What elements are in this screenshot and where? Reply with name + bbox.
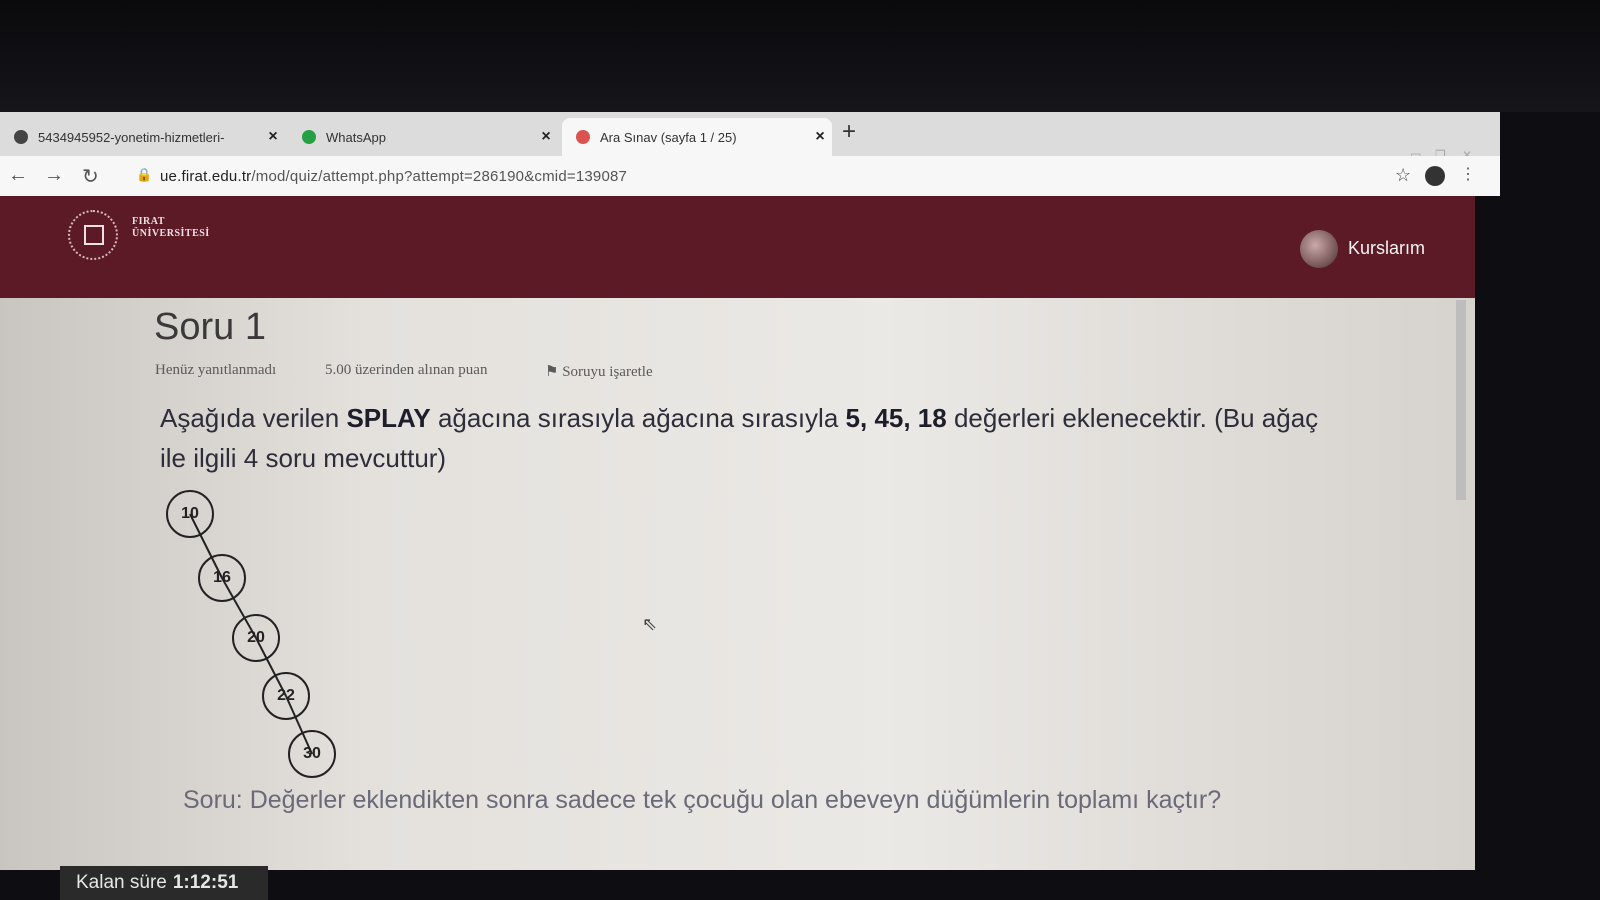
mouse-cursor-icon: ⇖ <box>642 614 658 634</box>
close-tab-icon[interactable]: × <box>534 128 558 146</box>
moodle-icon <box>576 130 590 144</box>
question-points: 5.00 üzerinden alınan puan <box>325 362 488 378</box>
question-title: Soru 1 <box>154 306 266 348</box>
browser-profile-avatar[interactable] <box>1425 166 1445 186</box>
tab-quiz[interactable]: Ara Sınav (sayfa 1 / 25) × <box>562 118 832 156</box>
logo-emblem <box>84 225 104 245</box>
tree-node: 30 <box>288 730 336 778</box>
close-tab-icon[interactable]: × <box>808 128 832 146</box>
browser-menu-icon[interactable]: ⋮ <box>1460 164 1476 184</box>
university-name: FIRAT ÜNİVERSİTESİ <box>132 216 210 239</box>
flag-icon: ⚑ <box>545 364 559 380</box>
university-logo[interactable] <box>68 210 118 260</box>
monitor-bezel <box>0 0 1600 112</box>
url-field[interactable]: ue.firat.edu.tr/mod/quiz/attempt.php?att… <box>160 168 627 185</box>
close-tab-icon[interactable]: × <box>261 128 285 146</box>
whatsapp-icon <box>302 130 316 144</box>
reload-icon[interactable]: ↻ <box>82 164 99 189</box>
courses-link[interactable]: Kurslarım <box>1348 238 1425 259</box>
tree-node: 22 <box>262 672 310 720</box>
tab-whatsapp[interactable]: WhatsApp × <box>288 118 558 156</box>
tree-node: 10 <box>166 490 214 538</box>
sub-question: Soru: Değerler eklendikten sonra sadece … <box>183 786 1222 814</box>
tree-node: 20 <box>232 614 280 662</box>
lock-icon: 🔒 <box>136 167 153 182</box>
remaining-time-box: Kalan süre 1:12:51 <box>60 866 268 900</box>
question-text: Aşağıda verilen SPLAY ağacına sırasıyla … <box>160 403 1319 473</box>
address-toolbar: ← → ↻ 🔒 ue.firat.edu.tr/mod/quiz/attempt… <box>0 156 1500 196</box>
site-header: FIRAT ÜNİVERSİTESİ Kurslarım <box>0 196 1475 298</box>
question-status: Henüz yanıtlanmadı <box>155 362 277 378</box>
page-scrollbar[interactable] <box>1456 300 1466 500</box>
back-icon[interactable]: ← <box>8 164 28 187</box>
new-tab-button[interactable]: + <box>842 118 856 146</box>
tab-yonetim[interactable]: 5434945952-yonetim-hizmetleri- × <box>0 118 285 156</box>
user-avatar[interactable] <box>1300 230 1338 268</box>
browser-tab-bar: 5434945952-yonetim-hizmetleri- × WhatsAp… <box>0 112 1500 156</box>
globe-icon <box>14 130 28 144</box>
bookmark-star-icon[interactable]: ☆ <box>1395 165 1411 186</box>
flag-question-link[interactable]: ⚑ Soruyu işaretle <box>545 362 653 381</box>
quiz-content: Soru 1 Henüz yanıtlanmadı 5.00 üzerinden… <box>0 298 1475 870</box>
forward-icon[interactable]: → <box>44 164 64 187</box>
tree-node: 16 <box>198 554 246 602</box>
